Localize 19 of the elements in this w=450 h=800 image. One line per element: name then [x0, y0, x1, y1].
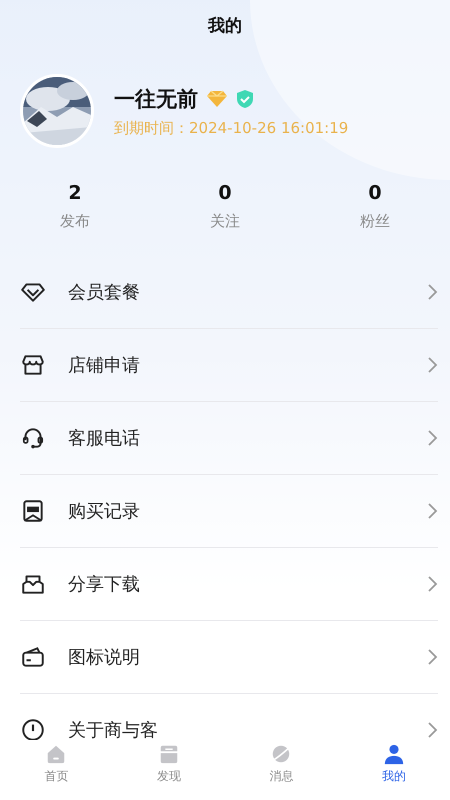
stat-label: 关注 [210, 212, 240, 231]
page-title: 我的 [208, 14, 242, 36]
menu-item[interactable]: 客服电话 [20, 402, 438, 475]
user-name: 一往无前 [114, 86, 198, 112]
menu-item[interactable]: 购买记录 [20, 475, 438, 548]
expiry-time: 到期时间：2024-10-26 16:01:19 [114, 118, 348, 138]
menu-item[interactable]: 分享下载 [20, 548, 438, 621]
stat-count: 0 [368, 182, 382, 204]
stat-count: 0 [218, 182, 232, 204]
stat-label: 粉丝 [360, 212, 390, 231]
tab[interactable]: 我的 [338, 740, 450, 800]
stat-label: 发布 [60, 212, 90, 231]
tab[interactable]: 消息 [225, 740, 338, 800]
tab[interactable]: 发现 [112, 740, 225, 800]
menu-item[interactable]: 店铺申请 [20, 329, 438, 402]
stat-count: 2 [68, 182, 82, 204]
menu-item[interactable]: 图标说明 [20, 621, 438, 694]
menu-item[interactable]: 会员套餐 [20, 256, 438, 329]
tab[interactable]: 首页 [0, 740, 112, 800]
